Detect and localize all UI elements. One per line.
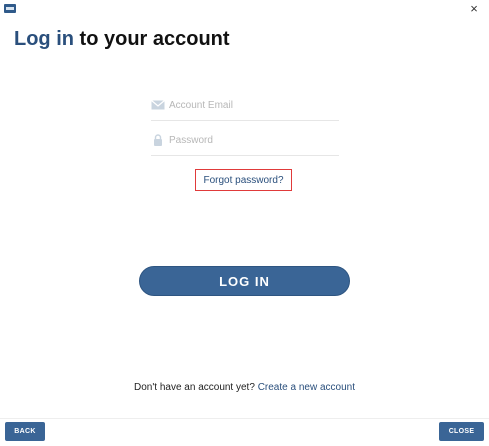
password-field <box>151 129 339 156</box>
create-account-link[interactable]: Create a new account <box>258 382 355 393</box>
close-button[interactable]: CLOSE <box>439 422 484 441</box>
lock-icon <box>154 134 162 146</box>
signup-prompt: Don't have an account yet? Create a new … <box>0 382 489 393</box>
close-icon[interactable]: × <box>467 2 481 16</box>
login-button[interactable]: LOG IN <box>139 266 350 296</box>
app-icon <box>4 4 16 13</box>
title-accent: Log in <box>14 28 74 50</box>
password-input[interactable] <box>169 129 335 151</box>
back-button[interactable]: BACK <box>5 422 45 441</box>
forgot-password-link[interactable]: Forgot password? <box>195 169 292 191</box>
signup-prompt-text: Don't have an account yet? <box>134 382 258 393</box>
email-field <box>151 94 339 121</box>
envelope-icon <box>151 100 165 110</box>
page-title: Log in to your account <box>14 28 230 51</box>
email-input[interactable] <box>169 94 335 116</box>
footer-divider <box>0 418 489 419</box>
title-rest: to your account <box>73 28 230 50</box>
